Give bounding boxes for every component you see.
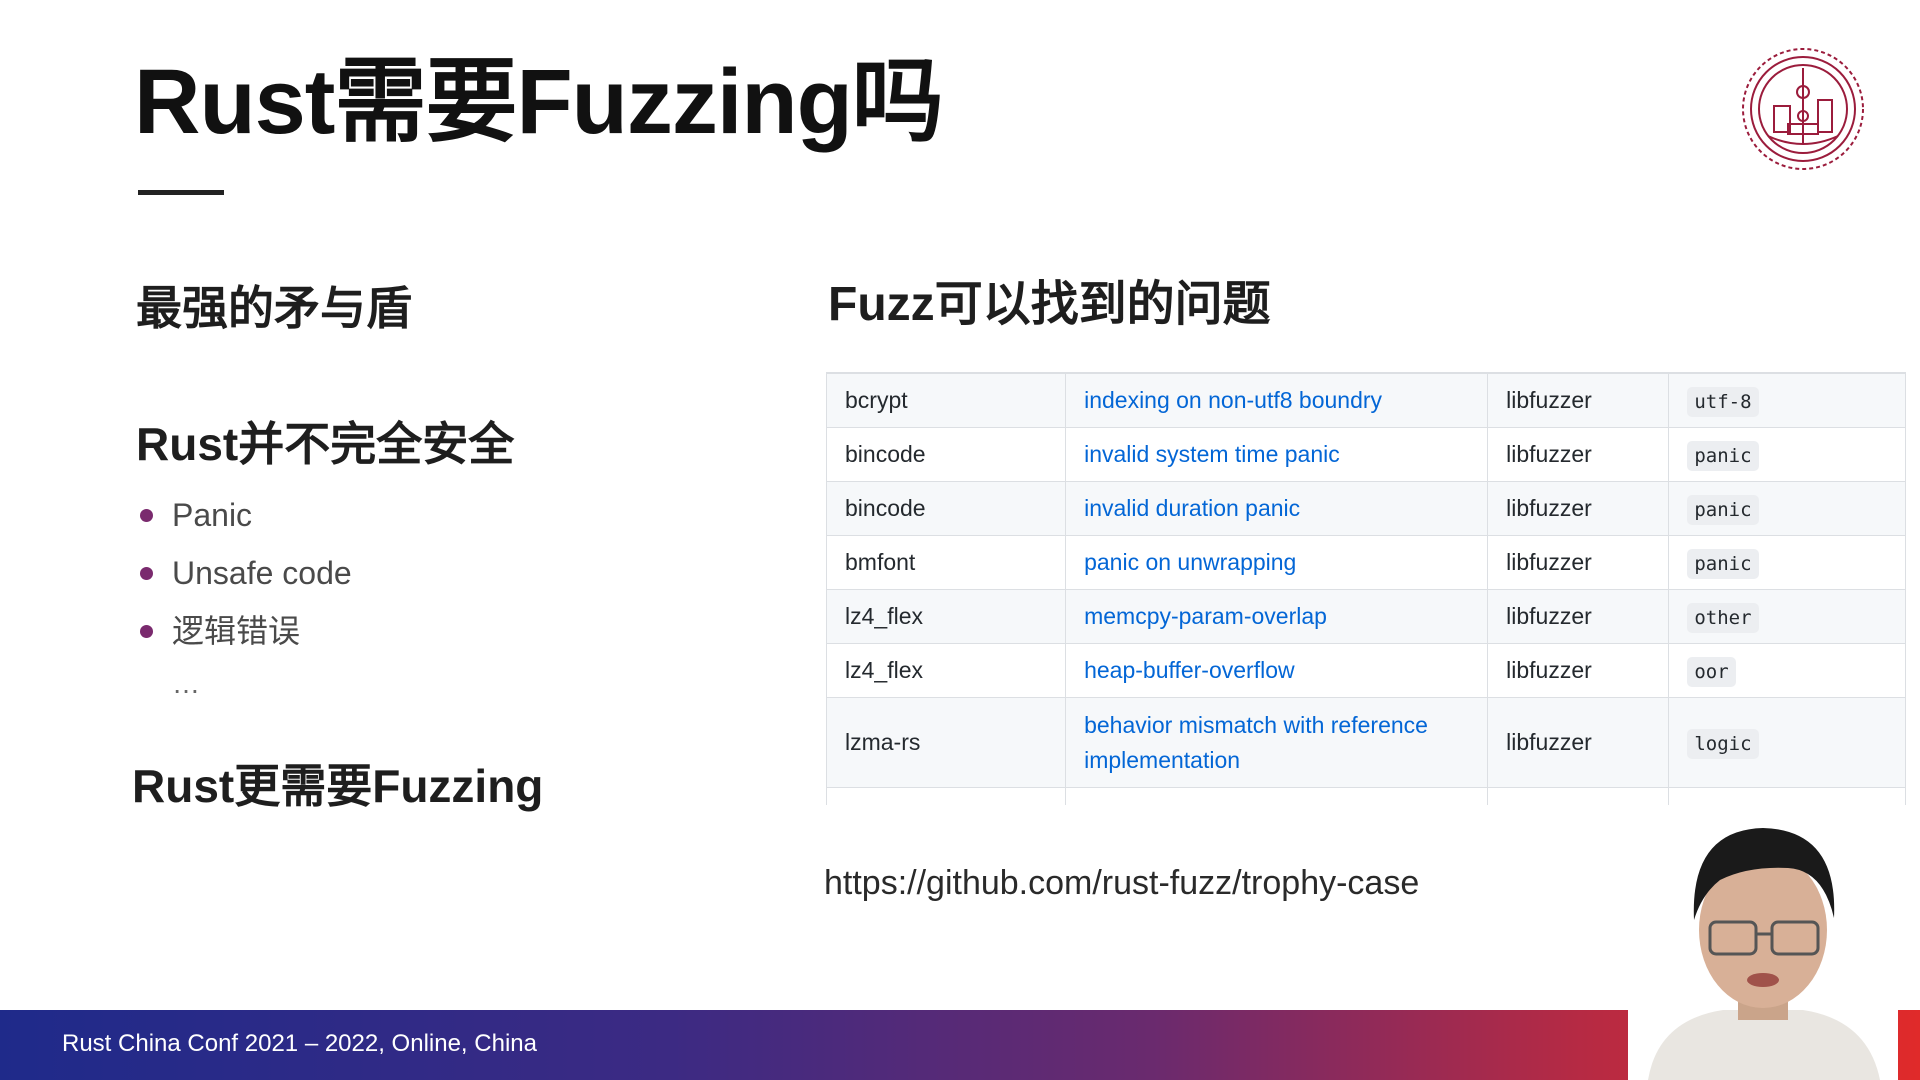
issue-cell: behavior mismatch with reference implemen… [1065, 697, 1489, 788]
table-row: lz4_flex memcpy-param-overlap libfuzzer … [826, 589, 1906, 644]
issue-cell: indexing on non-utf8 boundry [1065, 373, 1489, 428]
title-underline [138, 190, 224, 195]
issue-cell: heap-buffer-overflow [1065, 643, 1489, 698]
tool-cell: libfuzzer [1487, 427, 1670, 482]
table-row: bcrypt indexing on non-utf8 boundry libf… [826, 373, 1906, 428]
tool-cell: libfuzzer [1487, 589, 1670, 644]
crate-cell: bmfont [826, 535, 1067, 590]
crate-cell: bincode [826, 427, 1067, 482]
tag-cell: panic [1668, 481, 1906, 536]
bullet-unsafe-code: Unsafe code [140, 548, 352, 606]
heading-rust-not-safe: Rust并不完全安全 [136, 418, 515, 470]
tool-cell: libfuzzer [1487, 481, 1670, 536]
tool-cell: libfuzzer [1487, 643, 1670, 698]
table-row-partial [826, 787, 1906, 805]
issue-tag: logic [1687, 729, 1759, 759]
issue-link[interactable]: invalid duration panic [1084, 495, 1300, 521]
issue-tag: panic [1687, 495, 1759, 525]
footer-text: Rust China Conf 2021 – 2022, Online, Chi… [62, 1030, 537, 1057]
heading-strongest: 最强的矛与盾 [136, 282, 412, 334]
crate-cell: lz4_flex [826, 643, 1067, 698]
issue-tag: other [1687, 603, 1759, 633]
issue-link[interactable]: behavior mismatch with reference implemen… [1084, 712, 1428, 773]
issue-link[interactable]: panic on unwrapping [1084, 549, 1296, 575]
crate-cell: bincode [826, 481, 1067, 536]
table-row: lzma-rs behavior mismatch with reference… [826, 697, 1906, 788]
bullet-list: Panic Unsafe code 逻辑错误 [140, 490, 352, 664]
speaker-video-overlay [1628, 810, 1898, 1080]
issue-link[interactable]: heap-buffer-overflow [1084, 657, 1295, 683]
bullet-panic: Panic [140, 490, 352, 548]
heading-fuzz-finds: Fuzz可以找到的问题 [828, 278, 1271, 331]
bullet-dot-icon [140, 567, 153, 580]
university-seal-logo [1742, 48, 1864, 170]
tag-cell: oor [1668, 643, 1906, 698]
issue-cell: panic on unwrapping [1065, 535, 1489, 590]
heading-rust-needs-fuzzing: Rust更需要Fuzzing [132, 760, 544, 812]
issue-tag: panic [1687, 441, 1759, 471]
trophy-table: bcrypt indexing on non-utf8 boundry libf… [826, 373, 1906, 805]
tool-cell: libfuzzer [1487, 373, 1670, 428]
issue-cell: invalid system time panic [1065, 427, 1489, 482]
issue-cell: memcpy-param-overlap [1065, 589, 1489, 644]
issue-tag: utf-8 [1687, 387, 1759, 417]
bullet-logic-error: 逻辑错误 [140, 606, 352, 664]
table-row: bmfont panic on unwrapping libfuzzer pan… [826, 535, 1906, 590]
trophy-table-container: bcrypt indexing on non-utf8 boundry libf… [826, 372, 1906, 805]
tag-cell: other [1668, 589, 1906, 644]
bullet-dot-icon [140, 509, 153, 522]
bullet-ellipsis: … [172, 668, 202, 699]
table-row: bincode invalid system time panic libfuz… [826, 427, 1906, 482]
issue-tag: oor [1687, 657, 1736, 687]
tool-cell: libfuzzer [1487, 535, 1670, 590]
crate-cell: bcrypt [826, 373, 1067, 428]
slide: Rust需要Fuzzing吗 最强的矛与盾 Rust并不完全安全 Panic U… [0, 0, 1920, 1080]
trophy-case-url[interactable]: https://github.com/rust-fuzz/trophy-case [824, 864, 1419, 903]
issue-link[interactable]: memcpy-param-overlap [1084, 603, 1327, 629]
crate-cell: lzma-rs [826, 697, 1067, 788]
tag-cell: logic [1668, 697, 1906, 788]
tag-cell: utf-8 [1668, 373, 1906, 428]
table-row: bincode invalid duration panic libfuzzer… [826, 481, 1906, 536]
tag-cell: panic [1668, 535, 1906, 590]
issue-link[interactable]: indexing on non-utf8 boundry [1084, 387, 1382, 413]
issue-cell: invalid duration panic [1065, 481, 1489, 536]
tool-cell: libfuzzer [1487, 697, 1670, 788]
bullet-dot-icon [140, 625, 153, 638]
issue-tag: panic [1687, 549, 1759, 579]
table-row: lz4_flex heap-buffer-overflow libfuzzer … [826, 643, 1906, 698]
slide-title: Rust需要Fuzzing吗 [134, 51, 944, 153]
crate-cell: lz4_flex [826, 589, 1067, 644]
tag-cell: panic [1668, 427, 1906, 482]
issue-link[interactable]: invalid system time panic [1084, 441, 1340, 467]
